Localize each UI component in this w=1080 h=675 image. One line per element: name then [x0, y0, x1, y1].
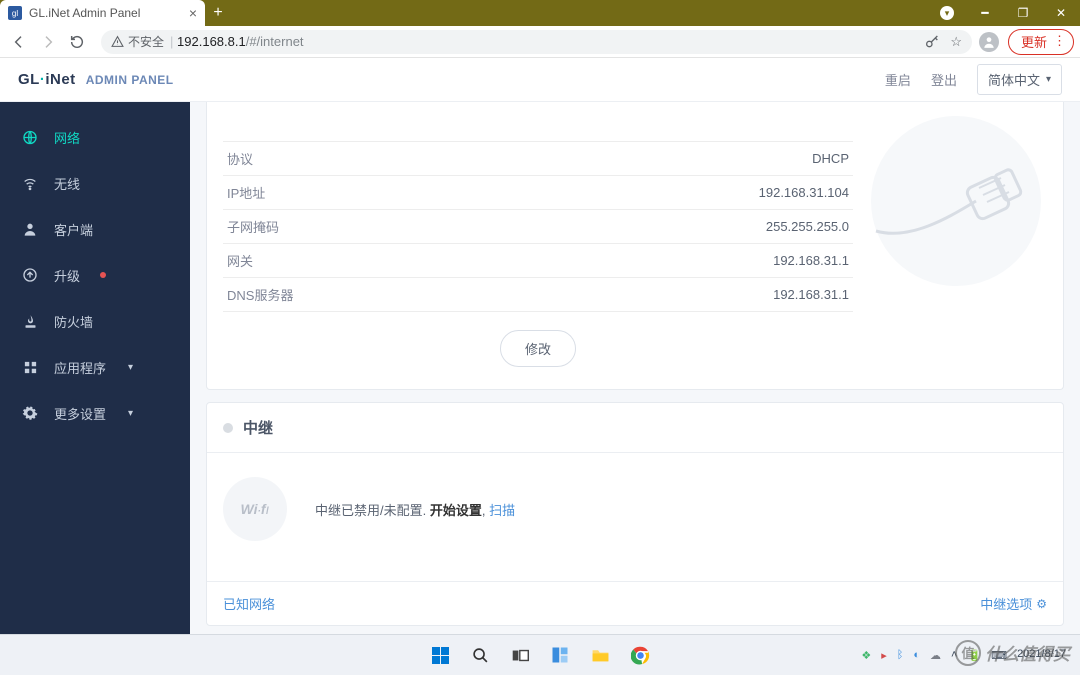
tray-icon[interactable]: ▸ — [881, 649, 887, 662]
repeater-card: 中继 Wi·fı 中继已禁用/未配置. 开始设置, 扫描 已知网络 中继选项 ⚙ — [206, 402, 1064, 626]
minimize-button[interactable]: ━ — [966, 0, 1004, 26]
window-controls: ▾ ━ ❐ ✕ — [928, 0, 1080, 26]
gear-icon: ⚙ — [1036, 597, 1047, 611]
language-select[interactable]: 简体中文▾ — [977, 64, 1062, 95]
widgets-icon[interactable] — [546, 641, 574, 669]
explorer-icon[interactable] — [586, 641, 614, 669]
search-icon[interactable] — [466, 641, 494, 669]
tab-title: GL.iNet Admin Panel — [29, 6, 140, 20]
taskbar-date[interactable]: 2021/8/17 — [1017, 648, 1066, 661]
chrome-icon[interactable] — [626, 641, 654, 669]
upgrade-icon — [22, 267, 38, 283]
sidebar-item-firewall[interactable]: 防火墙 — [0, 298, 190, 344]
logout-link[interactable]: 登出 — [931, 70, 957, 89]
maximize-button[interactable]: ❐ — [1004, 0, 1042, 26]
status-dot-icon — [223, 423, 233, 433]
reload-button[interactable] — [64, 29, 90, 55]
insecure-warning: 不安全 — [111, 33, 164, 50]
card-header: 中继 — [207, 403, 1063, 453]
user-icon — [22, 221, 38, 237]
app-header: GL·iNet ADMIN PANEL 重启 登出 简体中文▾ — [0, 58, 1080, 102]
sidebar: 网络 无线 客户端 升级 防火墙 应用程序 ▾ 更多设置 ▾ — [0, 102, 190, 634]
apps-icon — [22, 360, 38, 375]
gear-icon — [22, 405, 38, 421]
key-icon[interactable] — [924, 34, 940, 50]
onedrive-icon[interactable]: ☁ — [930, 649, 941, 662]
network-card: 协议DHCP IP地址192.168.31.104 子网掩码255.255.25… — [206, 102, 1064, 390]
sidebar-item-label: 客户端 — [54, 220, 93, 239]
sidebar-item-label: 应用程序 — [54, 358, 106, 377]
repeater-status-text: 中继已禁用/未配置. 开始设置, 扫描 — [315, 500, 515, 519]
firewall-icon — [22, 313, 38, 330]
sidebar-item-label: 升级 — [54, 266, 80, 285]
bookmark-star-icon[interactable]: ☆ — [950, 34, 962, 50]
system-tray[interactable]: ❖ ▸ ᛒ ◐ ☁ ˄ 🔋 ⌨ 2021/8/17 — [861, 648, 1080, 661]
scan-link[interactable]: 扫描 — [489, 503, 515, 518]
sidebar-item-upgrade[interactable]: 升级 — [0, 252, 190, 298]
table-row: DNS服务器192.168.31.1 — [223, 278, 853, 312]
sidebar-item-apps[interactable]: 应用程序 ▾ — [0, 344, 190, 390]
network-info-table: 协议DHCP IP地址192.168.31.104 子网掩码255.255.25… — [223, 116, 853, 367]
favicon-icon: gl — [8, 6, 22, 20]
browser-update-button[interactable]: 更新⋮ — [1008, 29, 1074, 55]
start-button[interactable] — [426, 641, 454, 669]
browser-tab[interactable]: gl GL.iNet Admin Panel × — [0, 0, 205, 26]
sidebar-item-more[interactable]: 更多设置 ▾ — [0, 390, 190, 436]
url-host: 192.168.8.1 — [177, 34, 246, 49]
table-row: 协议DHCP — [223, 142, 853, 176]
table-row: 网关192.168.31.1 — [223, 244, 853, 278]
repeater-options-link[interactable]: 中继选项 ⚙ — [980, 594, 1047, 613]
close-button[interactable]: ✕ — [1042, 0, 1080, 26]
chevron-down-icon: ▾ — [128, 362, 133, 373]
wifi-illustration: Wi·fı — [223, 477, 287, 541]
input-icon[interactable]: ⌨ — [991, 649, 1007, 662]
sidebar-item-label: 无线 — [54, 174, 80, 193]
profile-avatar[interactable] — [979, 32, 999, 52]
sidebar-item-network[interactable]: 网络 — [0, 114, 190, 160]
globe-icon — [22, 129, 38, 146]
back-button[interactable] — [6, 29, 32, 55]
sidebar-item-label: 更多设置 — [54, 404, 106, 423]
modify-button[interactable]: 修改 — [500, 330, 576, 367]
reboot-link[interactable]: 重启 — [885, 70, 911, 89]
tray-icon[interactable]: ❖ — [861, 649, 871, 662]
forward-button[interactable] — [35, 29, 61, 55]
browser-toolbar: 不安全 | 192.168.8.1/#/internet ☆ 更新⋮ — [0, 26, 1080, 58]
sidebar-item-label: 网络 — [54, 128, 80, 147]
address-bar[interactable]: 不安全 | 192.168.8.1/#/internet ☆ — [101, 30, 972, 54]
known-networks-link[interactable]: 已知网络 — [223, 594, 275, 613]
url-path: /#/internet — [246, 34, 304, 49]
card-title: 中继 — [243, 417, 273, 438]
sidebar-item-wireless[interactable]: 无线 — [0, 160, 190, 206]
task-view-icon[interactable] — [506, 641, 534, 669]
sidebar-item-label: 防火墙 — [54, 312, 93, 331]
copyright: 版权 © 2021 GL.iNet. 保留所有权利. — [206, 626, 1064, 634]
account-icon[interactable]: ▾ — [928, 0, 966, 26]
panel-label: ADMIN PANEL — [86, 73, 174, 87]
page-body: 网络 无线 客户端 升级 防火墙 应用程序 ▾ 更多设置 ▾ — [0, 102, 1080, 634]
windows-taskbar: ❖ ▸ ᛒ ◐ ☁ ˄ 🔋 ⌨ 2021/8/17 值 什么值得买 — [0, 634, 1080, 675]
wifi-icon — [22, 175, 38, 192]
update-badge — [100, 272, 106, 278]
bluetooth-icon[interactable]: ᛒ — [897, 649, 904, 661]
sidebar-item-clients[interactable]: 客户端 — [0, 206, 190, 252]
chevron-down-icon: ▾ — [128, 408, 133, 419]
battery-icon[interactable]: 🔋 — [967, 649, 981, 662]
table-row: IP地址192.168.31.104 — [223, 176, 853, 210]
tab-close-icon[interactable]: × — [189, 5, 197, 21]
tray-icon[interactable]: ◐ — [913, 649, 920, 661]
main-content[interactable]: 协议DHCP IP地址192.168.31.104 子网掩码255.255.25… — [190, 102, 1080, 634]
cable-illustration — [871, 116, 1041, 286]
window-titlebar: gl GL.iNet Admin Panel × + ▾ ━ ❐ ✕ — [0, 0, 1080, 26]
table-row: 子网掩码255.255.255.0 — [223, 210, 853, 244]
chevron-up-icon[interactable]: ˄ — [951, 649, 957, 661]
brand-logo: GL·iNet — [18, 71, 76, 88]
new-tab-button[interactable]: + — [205, 0, 231, 26]
